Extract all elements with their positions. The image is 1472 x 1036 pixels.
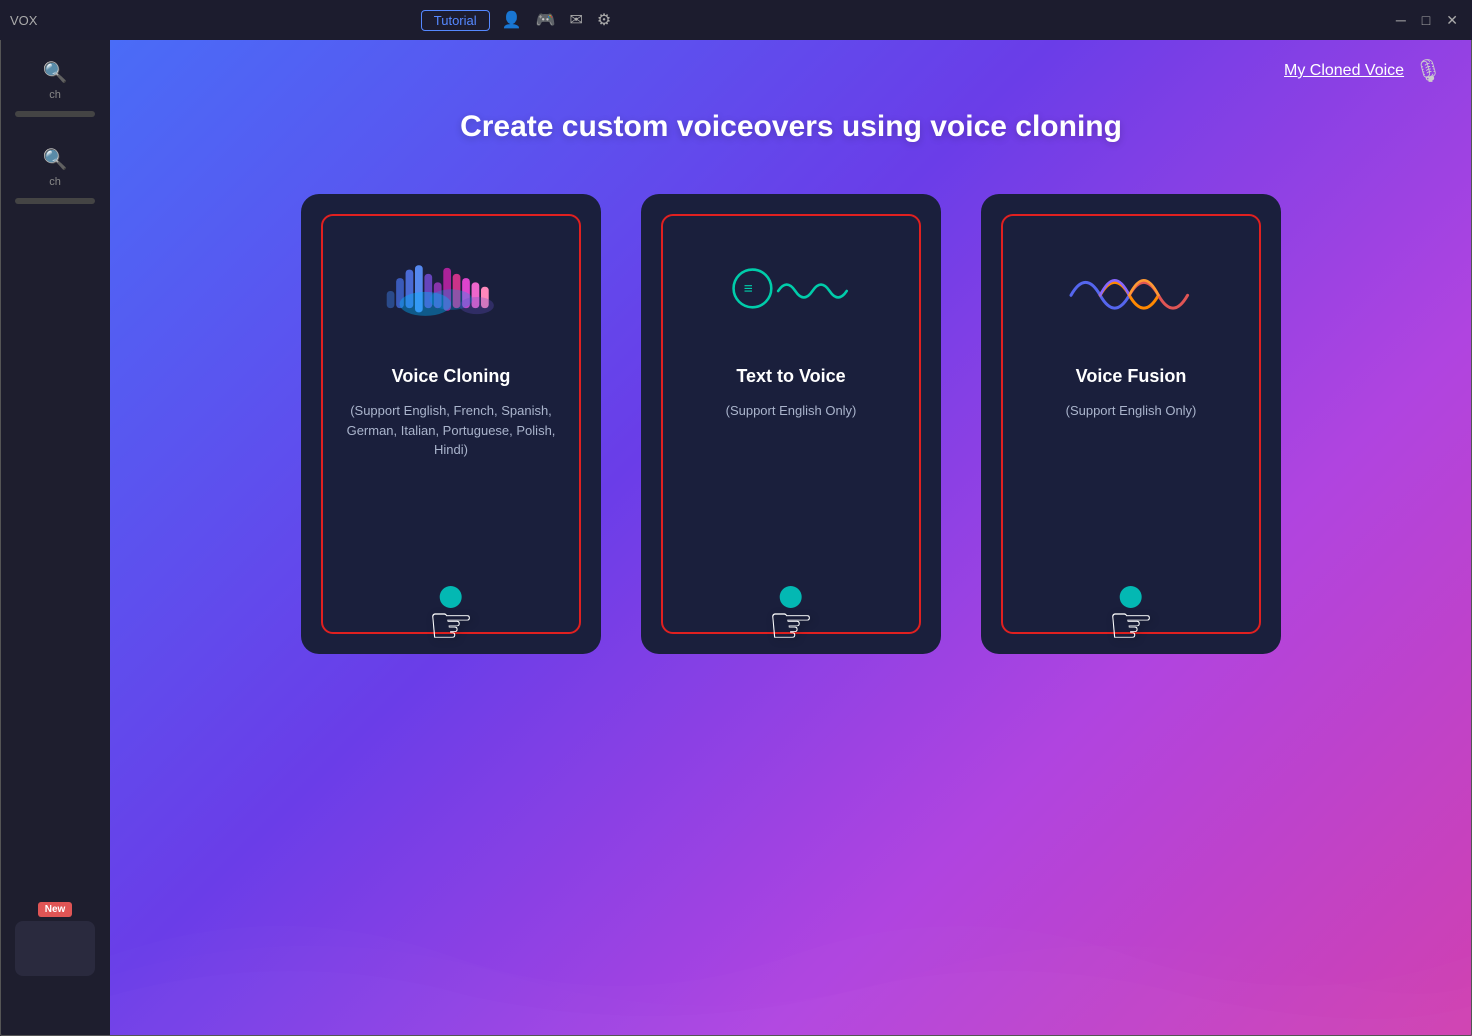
sidebar-item-search1[interactable]: 🔍 ch xyxy=(15,60,95,117)
sidebar-label1: ch xyxy=(49,89,61,101)
sidebar: 🔍 ch 🔍 ch New xyxy=(0,40,110,1036)
mail-icon[interactable]: ✉ xyxy=(570,10,583,30)
close-button[interactable]: ✕ xyxy=(1442,12,1462,29)
voice-cloning-title: Voice Cloning xyxy=(392,366,511,387)
search-bar1 xyxy=(15,111,95,117)
mic-icon[interactable]: 🎙 xyxy=(1414,58,1442,84)
voice-cloning-card-inner: Voice Cloning (Support English, French, … xyxy=(321,214,581,634)
title-bar: VOX Tutorial 👤 🎮 ✉ ⚙ ─ □ ✕ xyxy=(0,0,1472,40)
text-to-voice-title: Text to Voice xyxy=(736,366,845,387)
new-badge: New xyxy=(38,902,73,917)
text-to-voice-card[interactable]: ≡ Text to Voice (Support English Only) ☞ xyxy=(641,194,941,654)
voice-fusion-card-inner: Voice Fusion (Support English Only) ☞ xyxy=(1001,214,1261,634)
my-cloned-voice-link[interactable]: My Cloned Voice xyxy=(1284,62,1404,80)
title-bar-icons: 👤 🎮 ✉ ⚙ xyxy=(502,10,626,30)
search-icon2: 🔍 xyxy=(43,147,68,172)
voice-fusion-icon-svg xyxy=(1051,261,1211,321)
sidebar-new-item[interactable]: New xyxy=(15,900,95,976)
voice-fusion-subtitle: (Support English Only) xyxy=(1066,401,1197,421)
svg-text:≡: ≡ xyxy=(744,281,753,298)
app-title: VOX xyxy=(0,13,37,28)
text-to-voice-subtitle: (Support English Only) xyxy=(726,401,857,421)
voice-cloning-wave-svg xyxy=(371,261,531,321)
bg-decoration-waves xyxy=(110,876,1472,1036)
sidebar-item-search2[interactable]: 🔍 ch xyxy=(15,147,95,204)
text-to-voice-cursor: ☞ xyxy=(768,586,815,652)
settings-icon[interactable]: ⚙ xyxy=(597,10,611,30)
voice-fusion-title: Voice Fusion xyxy=(1076,366,1187,387)
voice-cloning-cursor: ☞ xyxy=(428,586,475,652)
maximize-button[interactable]: □ xyxy=(1418,12,1434,28)
tutorial-button[interactable]: Tutorial xyxy=(421,10,490,31)
search-icon1: 🔍 xyxy=(43,60,68,85)
search-bar2 xyxy=(15,198,95,204)
sidebar-new-box xyxy=(15,921,95,976)
top-right-bar: My Cloned Voice 🎙 xyxy=(1284,58,1442,84)
voice-fusion-cursor: ☞ xyxy=(1108,586,1155,652)
voice-cloning-subtitle: (Support English, French, Spanish, Germa… xyxy=(343,401,559,460)
cards-container: Voice Cloning (Support English, French, … xyxy=(110,194,1472,654)
main-content: My Cloned Voice 🎙 Create custom voiceove… xyxy=(110,40,1472,1036)
voice-fusion-card[interactable]: Voice Fusion (Support English Only) ☞ xyxy=(981,194,1281,654)
voice-cloning-card[interactable]: Voice Cloning (Support English, French, … xyxy=(301,194,601,654)
minimize-button[interactable]: ─ xyxy=(1392,12,1410,28)
text-to-voice-icon-area: ≡ xyxy=(711,246,871,336)
voice-fusion-icon-area xyxy=(1051,246,1211,336)
text-to-voice-card-inner: ≡ Text to Voice (Support English Only) ☞ xyxy=(661,214,921,634)
user-icon[interactable]: 👤 xyxy=(502,10,522,30)
title-bar-center: Tutorial 👤 🎮 ✉ ⚙ xyxy=(421,10,625,31)
voice-cloning-icon-area xyxy=(371,246,531,336)
main-heading: Create custom voiceovers using voice clo… xyxy=(460,110,1122,144)
text-to-voice-icon-svg: ≡ xyxy=(711,261,871,321)
game-icon[interactable]: 🎮 xyxy=(536,10,556,30)
sidebar-label2: ch xyxy=(49,176,61,188)
